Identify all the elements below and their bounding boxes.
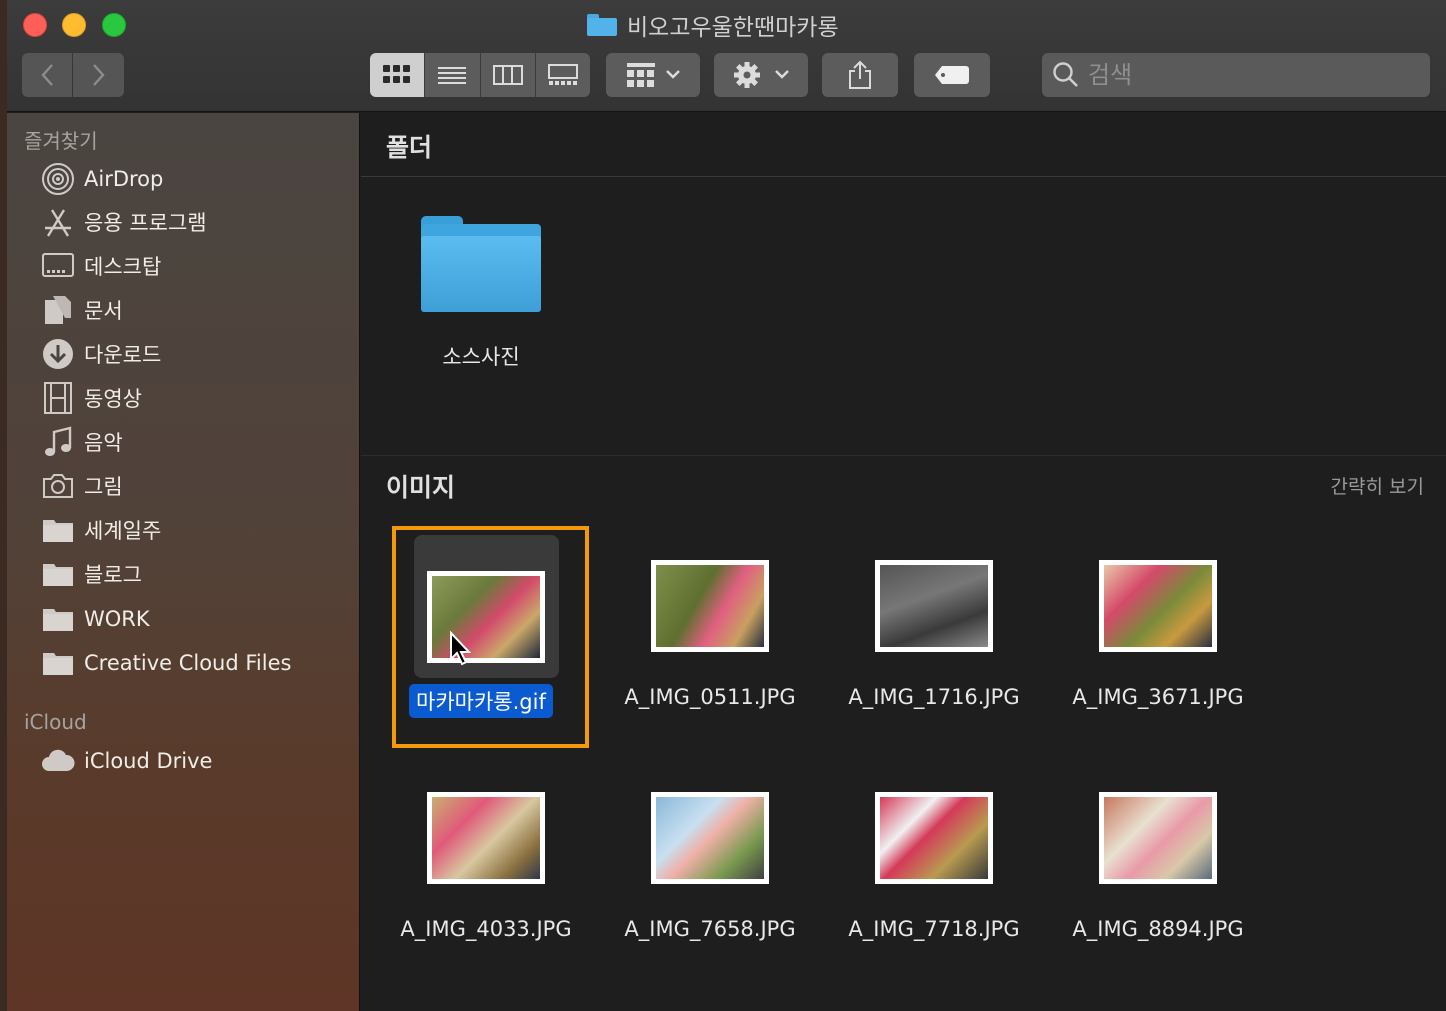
section-divider (361, 455, 1446, 456)
folders-section-title: 폴더 (386, 133, 433, 162)
minimize-window-button[interactable] (62, 13, 86, 37)
folder-icon (587, 14, 617, 36)
sidebar-item-world-trip[interactable]: 세계일주 (40, 510, 161, 550)
share-button[interactable] (822, 53, 898, 97)
file-thumbnail (875, 792, 993, 884)
mouse-pointer-icon (450, 631, 472, 666)
chevron-right-icon (92, 64, 105, 86)
close-window-button[interactable] (23, 13, 47, 37)
file-thumbnail (1099, 792, 1217, 884)
airdrop-icon (40, 161, 76, 197)
grid-icon (383, 65, 411, 83)
group-grid-icon (627, 63, 680, 87)
file-browser-content: 폴더 소스사진 이미지 간략히 보기 마카마카롱.gif A_IMG_0511.… (361, 113, 1446, 1011)
sidebar-item-label: 세계일주 (84, 519, 162, 543)
sidebar-item-documents[interactable]: 문서 (40, 290, 123, 330)
folder-name: 소스사진 (442, 345, 520, 369)
column-view-button[interactable] (480, 53, 536, 97)
file-name: A_IMG_0511.JPG (624, 685, 796, 709)
search-field[interactable] (1042, 53, 1430, 97)
applications-icon (40, 204, 76, 240)
chevron-left-icon (41, 64, 53, 86)
share-icon (849, 60, 871, 89)
finder-window: 비오고우울한땐마카롱 검색 즐겨찾기 AirDrop 응용 프로그램 데스크탑 … (7, 0, 1446, 1011)
folder-icon (40, 556, 76, 592)
sidebar-item-downloads[interactable]: 다운로드 (40, 334, 161, 374)
sidebar-item-label: 문서 (84, 299, 123, 323)
tags-button[interactable] (914, 53, 990, 97)
action-menu-button[interactable] (714, 53, 808, 97)
sidebar-item-label: iCloud Drive (84, 749, 213, 773)
columns-icon (492, 65, 523, 85)
folder-icon (421, 216, 541, 312)
toolbar: 비오고우울한땐마카롱 (7, 0, 1446, 112)
sidebar-item-label: 동영상 (84, 387, 142, 411)
sidebar-item-icloud-drive[interactable]: iCloud Drive (40, 741, 212, 781)
images-section-title: 이미지 (386, 473, 456, 502)
sidebar-item-label: AirDrop (84, 167, 164, 191)
movies-icon (40, 380, 76, 416)
sidebar-item-applications[interactable]: 응용 프로그램 (40, 202, 207, 242)
file-name: A_IMG_1716.JPG (848, 685, 1020, 709)
search-input[interactable] (1088, 61, 1408, 89)
folder-icon (40, 601, 76, 637)
file-thumbnail (427, 571, 545, 663)
sidebar-item-label: WORK (84, 607, 150, 631)
show-less-link[interactable]: 간략히 보기 (1331, 472, 1424, 499)
favorites-heading: 즐겨찾기 (24, 129, 98, 153)
list-icon (438, 67, 467, 84)
file-name: A_IMG_7718.JPG (848, 917, 1020, 941)
sidebar-item-movies[interactable]: 동영상 (40, 378, 142, 418)
gallery-view-button[interactable] (535, 53, 590, 97)
gear-icon (734, 62, 789, 88)
cloud-icon (40, 743, 76, 779)
sidebar-item-label: 다운로드 (84, 343, 162, 367)
icon-view-button[interactable] (370, 53, 426, 97)
sidebar-item-label: 그림 (84, 475, 123, 499)
list-view-button[interactable] (425, 53, 481, 97)
section-divider (361, 176, 1446, 177)
search-icon (1053, 62, 1078, 87)
sidebar-item-creative-cloud-files[interactable]: Creative Cloud Files (40, 643, 291, 683)
sidebar-item-label: 블로그 (84, 563, 142, 587)
folder-icon (40, 512, 76, 548)
back-button[interactable] (22, 53, 72, 97)
sidebar-item-label: 응용 프로그램 (84, 211, 207, 235)
file-name: A_IMG_8894.JPG (1072, 917, 1244, 941)
sidebar-item-label: 데스크탑 (84, 255, 162, 279)
folder-icon (40, 645, 76, 681)
view-mode-segmented-control (370, 53, 590, 97)
sidebar-item-blog[interactable]: 블로그 (40, 554, 142, 594)
file-thumbnail (1099, 560, 1217, 652)
file-name: A_IMG_7658.JPG (624, 917, 796, 941)
file-name: A_IMG_3671.JPG (1072, 685, 1244, 709)
sidebar-item-label: Creative Cloud Files (84, 651, 292, 675)
file-thumbnail (651, 792, 769, 884)
music-note-icon (40, 424, 76, 460)
group-by-button[interactable] (606, 53, 700, 97)
tag-icon (935, 66, 969, 84)
gallery-icon (547, 64, 578, 85)
maximize-window-button[interactable] (102, 13, 126, 37)
documents-icon (40, 292, 76, 328)
sidebar-item-airdrop[interactable]: AirDrop (40, 159, 163, 199)
file-name: A_IMG_4033.JPG (400, 917, 572, 941)
sidebar-item-music[interactable]: 음악 (40, 422, 123, 462)
sidebar-item-desktop[interactable]: 데스크탑 (40, 246, 161, 286)
desktop-icon (40, 248, 76, 284)
window-title: 비오고우울한땐마카롱 (587, 8, 839, 42)
sidebar-item-pictures[interactable]: 그림 (40, 466, 123, 506)
forward-button[interactable] (73, 53, 124, 97)
sidebar: 즐겨찾기 AirDrop 응용 프로그램 데스크탑 문서 다운로드 동영상 음악… (7, 113, 360, 1011)
downloads-icon (40, 336, 76, 372)
sidebar-item-work[interactable]: WORK (40, 599, 150, 639)
file-thumbnail (875, 560, 993, 652)
file-thumbnail (427, 792, 545, 884)
sidebar-item-label: 음악 (84, 431, 123, 455)
file-thumbnail (651, 560, 769, 652)
camera-icon (40, 468, 76, 504)
selected-file-name: 마카마카롱.gif (409, 684, 553, 718)
window-title-text: 비오고우울한땐마카롱 (627, 15, 839, 41)
icloud-heading: iCloud (24, 710, 87, 734)
